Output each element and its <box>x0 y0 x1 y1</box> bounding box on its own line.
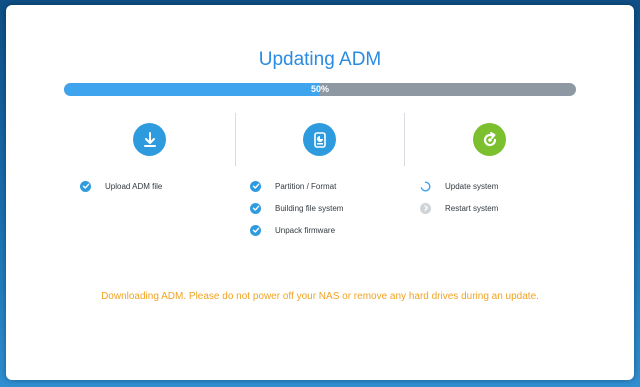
step-building-file-system: Building file system <box>250 201 343 215</box>
progress-label: 50% <box>310 84 329 94</box>
update-dialog: Updating ADM 50% Upload ADM file Partiti… <box>6 5 634 380</box>
step-label: Upload ADM file <box>105 181 163 191</box>
step-label: Restart system <box>445 203 499 213</box>
refresh-icon <box>473 123 506 156</box>
step-upload-adm-file: Upload ADM file <box>80 179 162 193</box>
step-label: Partition / Format <box>275 181 337 191</box>
progress-bar: 50% <box>64 83 576 96</box>
step-restart-system: Restart system <box>420 201 498 215</box>
download-icon <box>133 123 166 156</box>
chevron-right-icon <box>420 202 431 214</box>
step-label: Update system <box>445 181 499 191</box>
build-disk-icon <box>303 123 336 156</box>
step-label: Building file system <box>275 203 344 213</box>
page-title: Updating ADM <box>258 49 382 70</box>
step-update-system: Update system <box>420 179 498 193</box>
step-unpack-firmware: Unpack firmware <box>250 223 335 237</box>
check-icon <box>250 224 261 236</box>
stage-divider <box>404 113 405 166</box>
warning-message: Downloading ADM. Please do not power off… <box>101 291 539 302</box>
check-icon <box>80 180 91 192</box>
step-label: Unpack firmware <box>275 225 336 235</box>
stage-divider <box>235 113 236 166</box>
spinner-icon <box>420 181 431 192</box>
step-partition-format: Partition / Format <box>250 179 336 193</box>
check-icon <box>250 202 261 214</box>
check-icon <box>250 180 261 192</box>
